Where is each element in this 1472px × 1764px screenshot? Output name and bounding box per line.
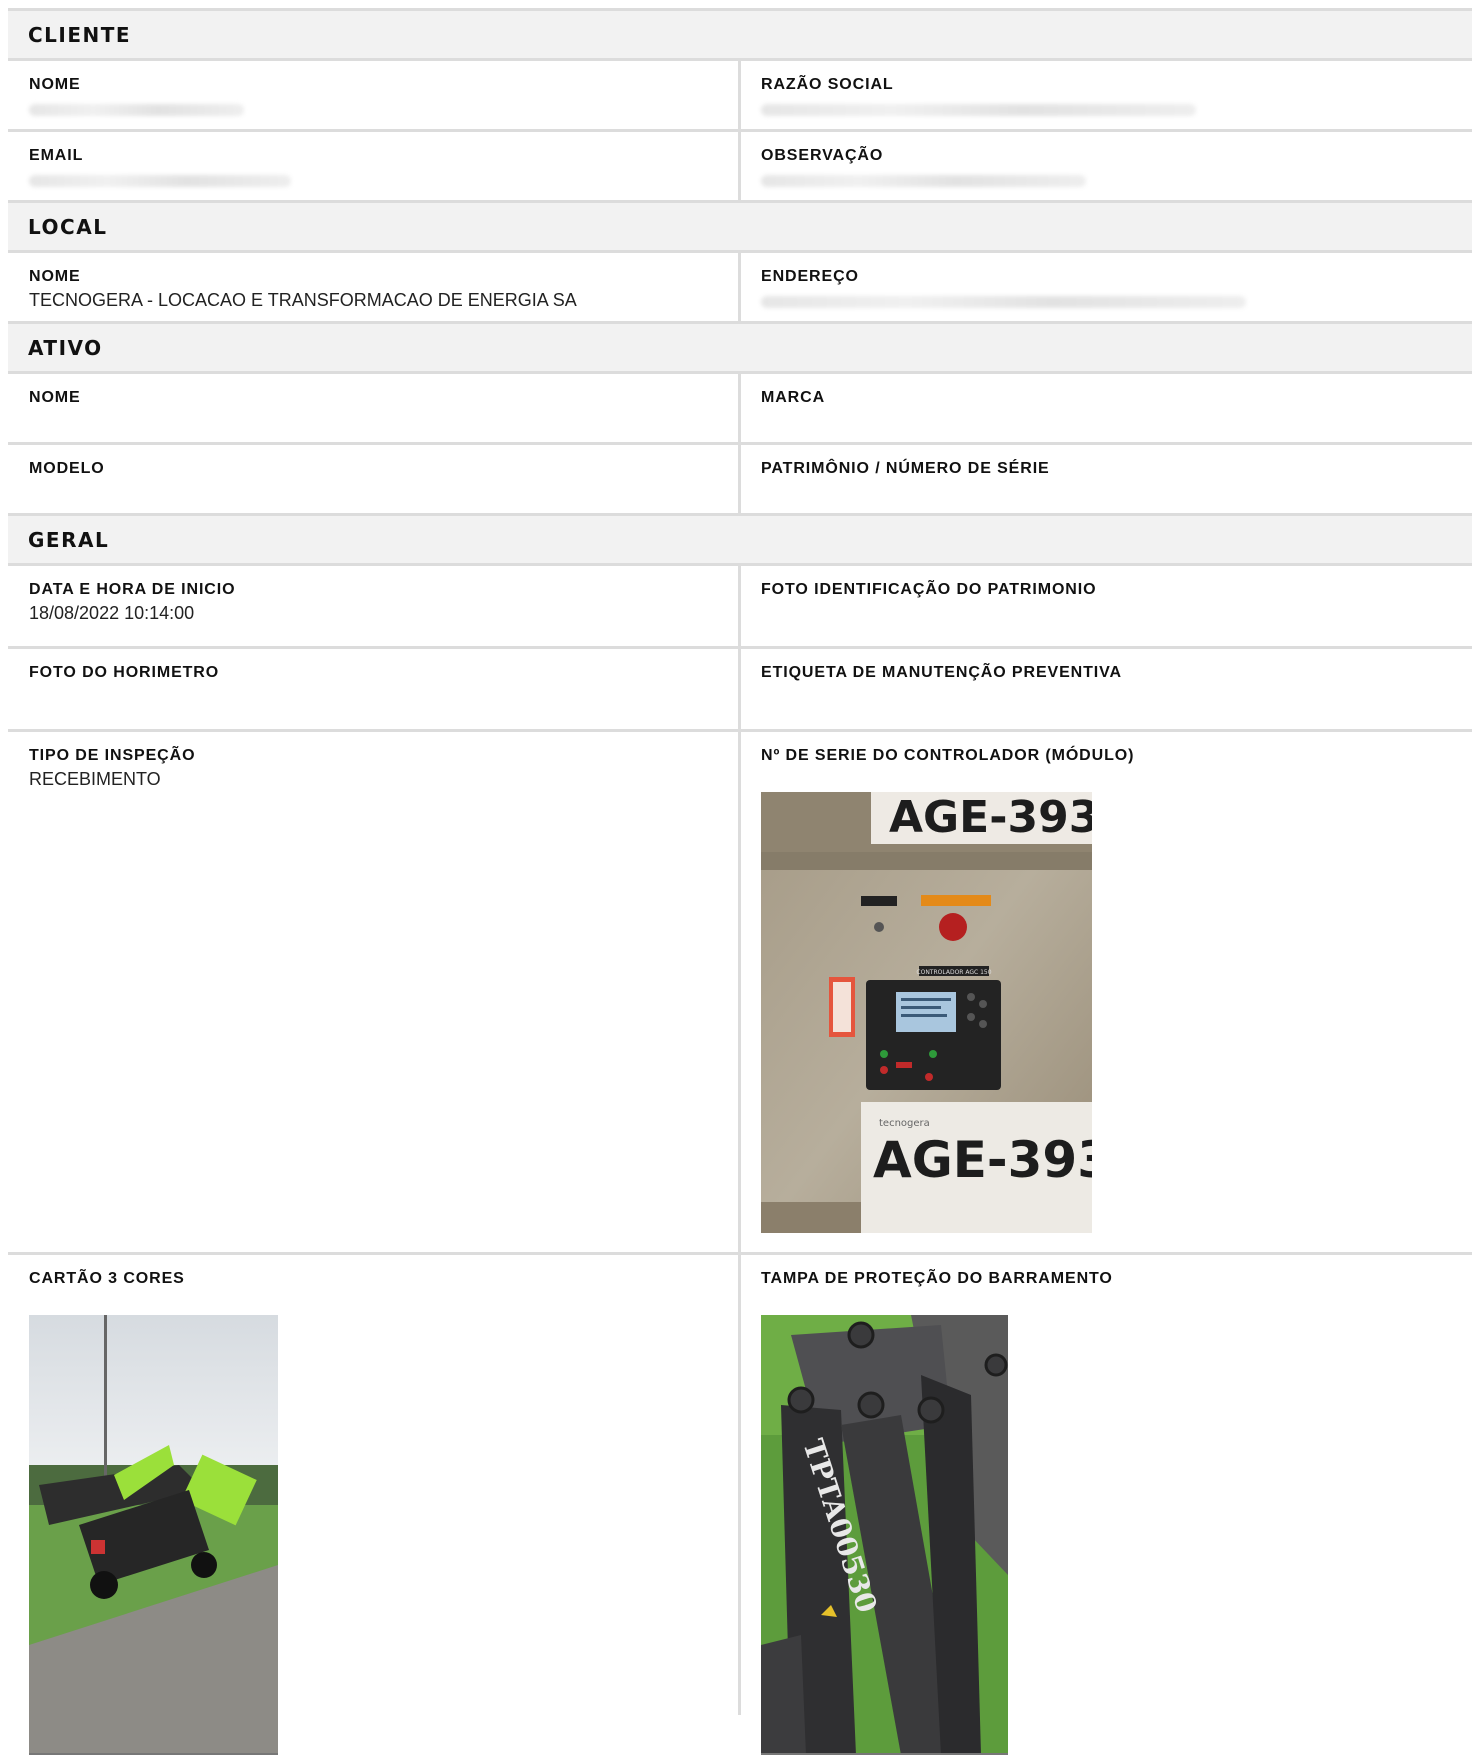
ativo-marca-label: MARCA	[761, 389, 826, 406]
ativo-modelo-label: MODELO	[29, 460, 105, 477]
plate-text-top: AGE-393	[889, 792, 1092, 843]
local-endereco-label: ENDEREÇO	[761, 268, 859, 285]
geral-data-value: 18/08/2022 10:14:00	[29, 603, 195, 623]
cliente-razao-label: RAZÃO SOCIAL	[761, 76, 894, 93]
geral-data-cell: DATA E HORA DE INICIO 18/08/2022 10:14:0…	[8, 566, 741, 646]
local-nome-value: TECNOGERA - LOCACAO E TRANSFORMACAO DE E…	[29, 290, 577, 310]
geral-data-label: DATA E HORA DE INICIO	[29, 581, 236, 598]
cliente-email-cell: EMAIL	[8, 132, 741, 200]
ativo-patrimonio-label: PATRIMÔNIO / NÚMERO DE SÉRIE	[761, 460, 1050, 477]
cliente-obs-label: OBSERVAÇÃO	[761, 147, 884, 164]
local-row-1: NOME TECNOGERA - LOCACAO E TRANSFORMACAO…	[8, 253, 1472, 324]
ativo-marca-cell: MARCA	[741, 374, 1472, 442]
geral-row-1: DATA E HORA DE INICIO 18/08/2022 10:14:0…	[8, 566, 1472, 649]
geral-horimetro-label: FOTO DO HORIMETRO	[29, 664, 220, 681]
cliente-row-1: NOME RAZÃO SOCIAL	[8, 61, 1472, 132]
geral-horimetro-cell: FOTO DO HORIMETRO	[8, 649, 741, 729]
controller-photo[interactable]: AGE-393 CONTROLADOR AGC 150 tecnogera AG…	[761, 792, 1092, 1233]
section-header-local: LOCAL	[8, 203, 1472, 253]
cliente-nome-cell: NOME	[8, 61, 741, 129]
plate-text-bottom: AGE-393	[873, 1131, 1092, 1189]
brand-text: tecnogera	[879, 1118, 930, 1129]
geral-cartao-label: CARTÃO 3 CORES	[29, 1270, 185, 1287]
ativo-nome-label: NOME	[29, 389, 81, 406]
ativo-row-1: NOME MARCA	[8, 374, 1472, 445]
geral-serie-label: Nº DE SERIE DO CONTROLADOR (MÓDULO)	[761, 747, 1135, 764]
emergency-stop-button	[939, 913, 967, 941]
inspection-report: CLIENTE NOME RAZÃO SOCIAL EMAIL OBSERVAÇ…	[8, 8, 1472, 1755]
ativo-nome-cell: NOME	[8, 374, 741, 442]
cliente-email-redacted	[29, 175, 291, 187]
local-endereco-redacted	[761, 296, 1246, 308]
section-header-ativo: ATIVO	[8, 324, 1472, 374]
cliente-razao-redacted	[761, 104, 1196, 116]
tampa-photo[interactable]: TPTA00530	[761, 1315, 1008, 1755]
ativo-patrimonio-cell: PATRIMÔNIO / NÚMERO DE SÉRIE	[741, 445, 1472, 513]
geral-tampa-label: TAMPA DE PROTEÇÃO DO BARRAMENTO	[761, 1270, 1113, 1287]
geral-foto-ident-cell: FOTO IDENTIFICAÇÃO DO PATRIMONIO	[741, 566, 1472, 646]
local-endereco-cell: ENDEREÇO	[741, 253, 1472, 321]
cliente-nome-redacted	[29, 104, 244, 116]
cliente-obs-cell: OBSERVAÇÃO	[741, 132, 1472, 200]
cliente-nome-label: NOME	[29, 76, 81, 93]
geral-foto-ident-label: FOTO IDENTIFICAÇÃO DO PATRIMONIO	[761, 581, 1097, 598]
cliente-row-2: EMAIL OBSERVAÇÃO	[8, 132, 1472, 203]
controller-tag-text: CONTROLADOR AGC 150	[916, 969, 991, 976]
geral-tipo-value: RECEBIMENTO	[29, 769, 161, 789]
geral-tipo-label: TIPO DE INSPEÇÃO	[29, 747, 196, 764]
geral-row-4: CARTÃO 3 CORES TAMPA DE PROTEÇÃO DO BARR…	[8, 1255, 1472, 1755]
cliente-email-label: EMAIL	[29, 147, 84, 164]
cartao-photo[interactable]	[29, 1315, 278, 1755]
local-nome-cell: NOME TECNOGERA - LOCACAO E TRANSFORMACAO…	[8, 253, 741, 321]
local-nome-label: NOME	[29, 268, 81, 285]
ativo-modelo-cell: MODELO	[8, 445, 741, 513]
geral-row-2: FOTO DO HORIMETRO ETIQUETA DE MANUTENÇÃO…	[8, 649, 1472, 732]
geral-tampa-cell: TAMPA DE PROTEÇÃO DO BARRAMENTO TPTA0053…	[741, 1255, 1472, 1755]
section-header-cliente: CLIENTE	[8, 11, 1472, 61]
cliente-obs-redacted	[761, 175, 1086, 187]
ativo-row-2: MODELO PATRIMÔNIO / NÚMERO DE SÉRIE	[8, 445, 1472, 516]
section-header-geral: GERAL	[8, 516, 1472, 566]
geral-cartao-cell: CARTÃO 3 CORES	[8, 1255, 741, 1755]
geral-row-3: TIPO DE INSPEÇÃO RECEBIMENTO Nº DE SERIE…	[8, 732, 1472, 1255]
geral-etiqueta-cell: ETIQUETA DE MANUTENÇÃO PREVENTIVA	[741, 649, 1472, 729]
geral-etiqueta-label: ETIQUETA DE MANUTENÇÃO PREVENTIVA	[761, 664, 1122, 681]
geral-serie-cell: Nº DE SERIE DO CONTROLADOR (MÓDULO) AGE-…	[741, 732, 1472, 1252]
cliente-razao-cell: RAZÃO SOCIAL	[741, 61, 1472, 129]
geral-tipo-cell: TIPO DE INSPEÇÃO RECEBIMENTO	[8, 732, 741, 1252]
